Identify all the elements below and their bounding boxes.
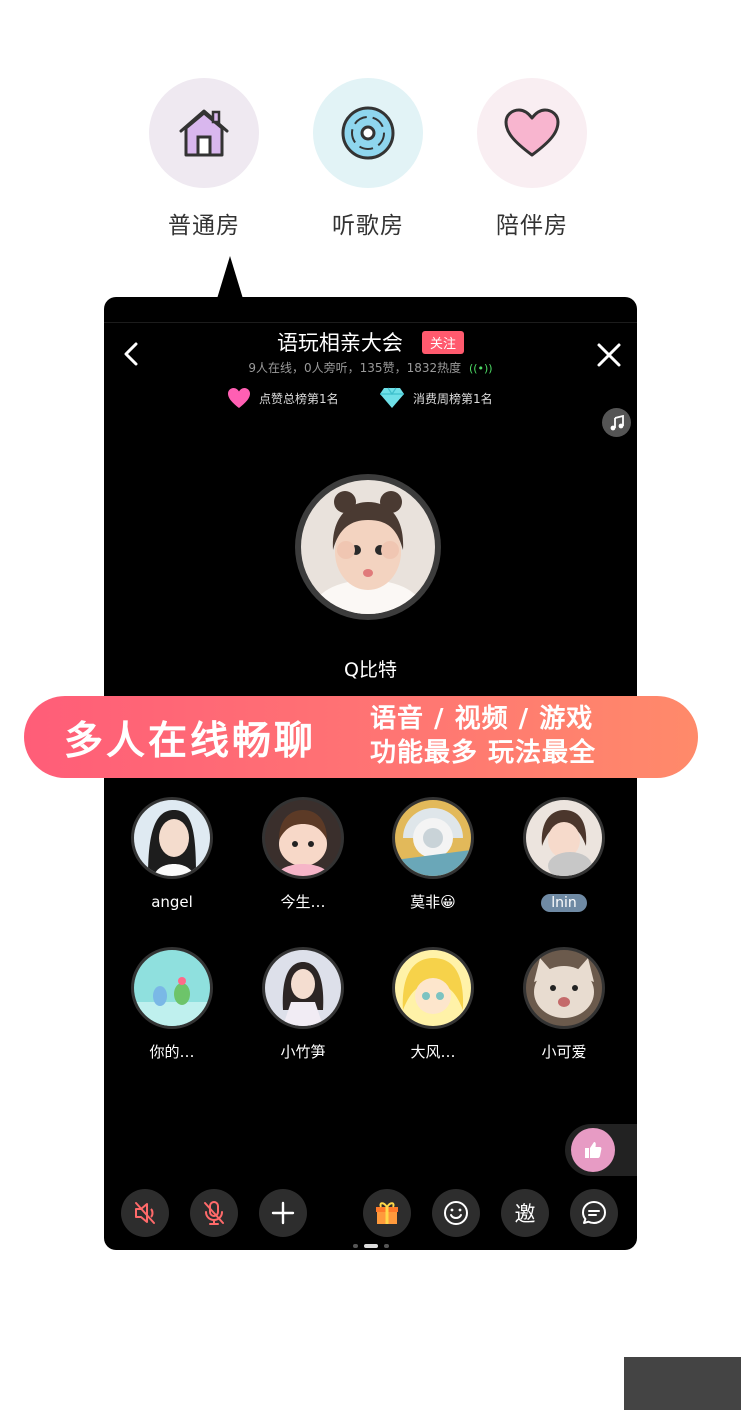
avatar — [523, 947, 605, 1029]
seat-1[interactable]: angel — [107, 797, 237, 913]
music-note-icon — [610, 414, 624, 430]
page-dot-active — [363, 1244, 378, 1248]
seat-name: 你的… — [149, 1043, 195, 1061]
avatar — [131, 797, 213, 879]
live-signal-icon: ((•)) — [468, 362, 493, 375]
heart-icon — [477, 78, 587, 188]
plus-icon — [271, 1201, 295, 1225]
seat-name-pill: lnin — [541, 894, 587, 912]
music-button[interactable] — [602, 408, 631, 437]
banner-subtext-line: 功能最多 玩法最全 — [370, 738, 597, 768]
avatar — [262, 947, 344, 1029]
invite-label: 邀 — [514, 1202, 536, 1226]
seat-2[interactable]: 今生… — [238, 797, 368, 913]
seat-6[interactable]: 小竹笋 — [238, 947, 368, 1063]
speaker-mute-button[interactable] — [121, 1189, 169, 1237]
invite-button[interactable]: 邀 — [501, 1189, 549, 1237]
add-button[interactable] — [259, 1189, 307, 1237]
avatar — [131, 947, 213, 1029]
divider — [104, 322, 637, 323]
rank-badges: 点赞总榜第1名 消费周榜第1名 — [104, 385, 637, 411]
follow-button[interactable]: 关注 — [422, 330, 465, 354]
seat-3[interactable]: 莫非😀 — [368, 797, 498, 913]
room-type-label: 陪伴房 — [496, 213, 568, 239]
page-indicator — [104, 1244, 637, 1250]
heart-icon — [228, 388, 250, 408]
seat-4[interactable]: lnin — [499, 797, 629, 913]
rank-label: 点赞总榜第1名 — [259, 391, 339, 406]
music-disc-icon — [313, 78, 423, 188]
mic-mute-button[interactable] — [190, 1189, 238, 1237]
page-dot — [383, 1244, 389, 1248]
gift-button[interactable] — [363, 1189, 411, 1237]
room-stats: 9人在线，0人旁听，135赞，1832热度 ((•)) — [104, 359, 637, 376]
house-icon — [149, 78, 259, 188]
seat-name: 小可爱 — [541, 1043, 587, 1061]
room-type-label: 普通房 — [168, 213, 240, 239]
banner-subtext: 语音 / 视频 / 游戏 功能最多 玩法最全 — [370, 702, 596, 770]
banner-subtext-line: 语音 / 视频 / 游戏 — [370, 704, 594, 734]
room-type-selector: 普通房 听歌房 陪伴房 — [0, 78, 741, 248]
avatar — [262, 797, 344, 879]
seat-8[interactable]: 小可爱 — [499, 947, 629, 1063]
smile-icon — [444, 1201, 468, 1225]
emoji-button[interactable] — [432, 1189, 480, 1237]
room-stats-text: 9人在线，0人旁听，135赞，1832热度 — [248, 361, 462, 375]
like-rank-badge[interactable]: 点赞总榜第1名 — [227, 385, 339, 411]
bottom-toolbar: 邀 — [104, 1189, 637, 1239]
rank-label: 消费周榜第1名 — [413, 391, 493, 406]
spend-rank-badge[interactable]: 消费周榜第1名 — [379, 385, 493, 411]
chat-button[interactable] — [570, 1189, 618, 1237]
thumbs-up-icon — [571, 1128, 615, 1172]
avatar — [523, 797, 605, 879]
seat-name: angel — [151, 893, 193, 911]
room-title: 语玩相亲大会 — [276, 331, 403, 355]
avatar — [392, 797, 474, 879]
diamond-icon — [380, 387, 404, 408]
seat-name: 莫非😀 — [410, 893, 456, 911]
mic-off-icon — [204, 1201, 224, 1225]
gift-icon — [376, 1202, 398, 1224]
room-type-music[interactable]: 听歌房 — [313, 78, 423, 240]
page-dot — [352, 1244, 358, 1248]
chat-bubble-icon — [582, 1201, 606, 1224]
room-type-label: 听歌房 — [332, 213, 404, 239]
host-name: Q比特 — [344, 659, 397, 681]
seat-name: 今生… — [280, 893, 326, 911]
banner-headline: 多人在线畅聊 — [64, 719, 317, 764]
room-header: 语玩相亲大会 关注 — [104, 327, 637, 357]
seat-7[interactable]: 大风… — [368, 947, 498, 1063]
seat-name: 小竹笋 — [280, 1043, 326, 1061]
avatar — [392, 947, 474, 1029]
seat-name: lnin — [499, 891, 629, 913]
promo-banner: 多人在线畅聊 语音 / 视频 / 游戏 功能最多 玩法最全 — [24, 696, 698, 778]
selector-pointer — [216, 256, 244, 302]
room-type-companion[interactable]: 陪伴房 — [477, 78, 587, 240]
corner-overlay — [624, 1357, 741, 1410]
speaker-off-icon — [135, 1202, 155, 1224]
host-avatar[interactable] — [295, 474, 441, 620]
seat-5[interactable]: 你的… — [107, 947, 237, 1063]
seat-name: 大风… — [410, 1043, 456, 1061]
like-button[interactable] — [565, 1124, 637, 1176]
room-type-normal[interactable]: 普通房 — [149, 78, 259, 240]
avatar — [301, 480, 435, 614]
